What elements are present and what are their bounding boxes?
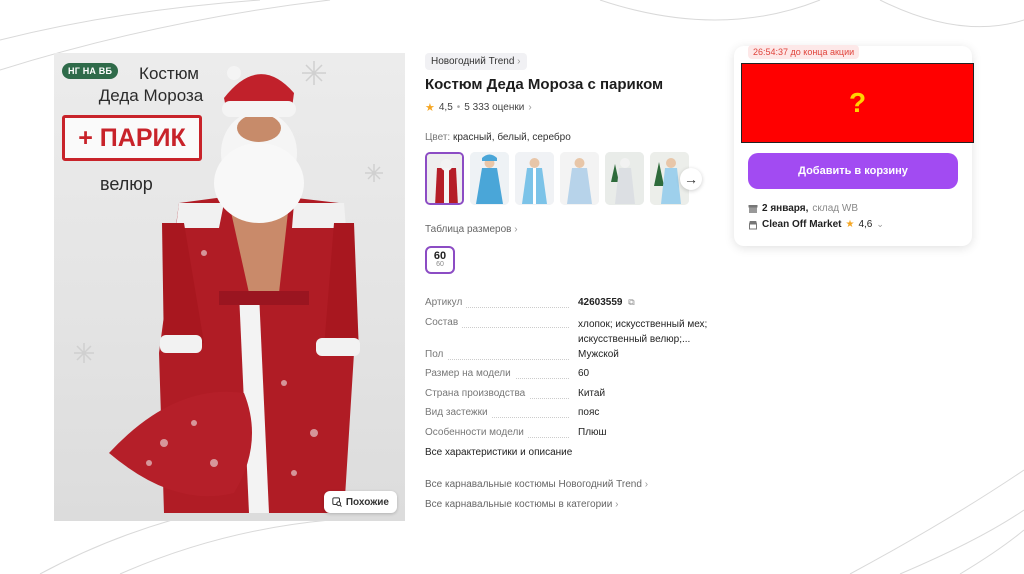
spec-value-wrap: 42603559 ⧉ [578, 297, 635, 308]
similar-button[interactable]: Похожие [323, 491, 397, 513]
spec-key: Пол [425, 349, 448, 360]
variant-image [515, 152, 554, 205]
all-specs-link[interactable]: Все характеристики и описание [425, 447, 572, 458]
photo-caption-line2: Деда Мороза [98, 86, 204, 105]
variant-image [605, 152, 644, 205]
variant-image [427, 154, 462, 203]
seller-rating: 4,6 [858, 219, 873, 230]
brand-label: Новогодний Trend [431, 56, 515, 67]
category-costumes-link[interactable]: Все карнавальные костюмы в категории › [425, 499, 618, 510]
chevron-right-icon: › [514, 224, 518, 235]
brand-costumes-link[interactable]: Все карнавальные костюмы Новогодний Tren… [425, 479, 648, 490]
photo-caption: Костюм Деда Мороза [76, 63, 226, 107]
arrow-right-icon: → [684, 171, 698, 187]
spec-value: Китай [578, 388, 606, 399]
spec-key: Артикул [425, 297, 467, 308]
fabric-label: велюр [100, 174, 153, 194]
category-costumes-label: Все карнавальные костюмы в категории [425, 499, 613, 510]
spec-key: Состав [425, 317, 463, 328]
reviews-count: 5 333 оценки [464, 102, 525, 113]
product-title: Костюм Деда Мороза с париком [425, 76, 664, 93]
seller-name: Clean Off Market [762, 219, 842, 230]
size-table-link[interactable]: Таблица размеров › [425, 224, 518, 235]
variant-thumb-snow-maiden-blue[interactable] [470, 152, 509, 205]
variant-thumb-silver-tree[interactable] [605, 152, 644, 205]
spec-value: 42603559 [578, 297, 623, 308]
chevron-right-icon: › [615, 499, 619, 510]
spec-key: Страна производства [425, 388, 530, 399]
add-to-cart-button[interactable]: Добавить в корзину [748, 153, 958, 189]
warehouse-label: склад WB [812, 203, 858, 214]
color-variants [425, 152, 689, 205]
variant-image [470, 152, 509, 205]
spec-value: Плюш [578, 427, 607, 438]
similar-button-label: Похожие [345, 496, 389, 508]
wig-label: + ПАРИК [62, 115, 202, 161]
chevron-right-icon: › [517, 56, 521, 67]
product-photo[interactable]: НГ НА ВБ Костюм Деда Мороза + ПАРИК велю… [54, 53, 405, 521]
color-info: Цвет: красный, белый, серебро [425, 132, 571, 143]
chevron-right-icon: › [528, 102, 532, 113]
spec-key: Особенности модели [425, 427, 528, 438]
variant-image [560, 152, 599, 205]
spec-value: Мужской [578, 349, 619, 360]
spec-value: хлопок; искусственный мех; искусственный… [578, 319, 708, 345]
spec-key: Размер на модели [425, 368, 515, 379]
size-option-60[interactable]: 60 60 [425, 246, 455, 274]
color-value: красный, белый, серебро [452, 132, 571, 143]
variant-thumb-snow-maiden-pale[interactable] [560, 152, 599, 205]
bullet-separator: • [456, 102, 461, 113]
hidden-price-box: ? [741, 63, 974, 143]
brand-link[interactable]: Новогодний Trend › [425, 53, 527, 70]
image-search-icon [332, 497, 342, 507]
rating-value: 4,5 [438, 102, 453, 113]
size-option-sub: 60 [436, 261, 444, 268]
size-table-label: Таблица размеров [425, 224, 512, 235]
seller-info[interactable]: Clean Off Market ★ 4,6 ⌄ [748, 219, 884, 230]
delivery-info: 2 января, склад WB [748, 203, 858, 214]
color-label: Цвет: [425, 132, 451, 143]
spec-value: пояс [578, 407, 600, 418]
promo-timer: 26:54:37 до конца акции [748, 45, 860, 59]
photo-caption-line1: Костюм [139, 64, 199, 83]
box-icon [748, 204, 758, 213]
variants-next-button[interactable]: → [680, 168, 702, 190]
delivery-date: 2 января, [762, 203, 809, 214]
chevron-right-icon: › [644, 479, 649, 490]
spec-value: 60 [578, 368, 590, 379]
brand-costumes-label: Все карнавальные костюмы Новогодний Tren… [425, 479, 642, 490]
variant-thumb-snow-maiden-lightblue[interactable] [515, 152, 554, 205]
star-icon: ★ [845, 219, 855, 230]
chevron-down-icon: ⌄ [876, 219, 884, 229]
rating-summary[interactable]: ★ 4,5 • 5 333 оценки › [425, 101, 532, 114]
copy-icon[interactable]: ⧉ [628, 297, 634, 307]
star-icon: ★ [425, 102, 435, 114]
spec-key: Вид застежки [425, 407, 492, 418]
shop-icon [749, 220, 757, 229]
variant-thumb-santa-red[interactable] [425, 152, 464, 205]
